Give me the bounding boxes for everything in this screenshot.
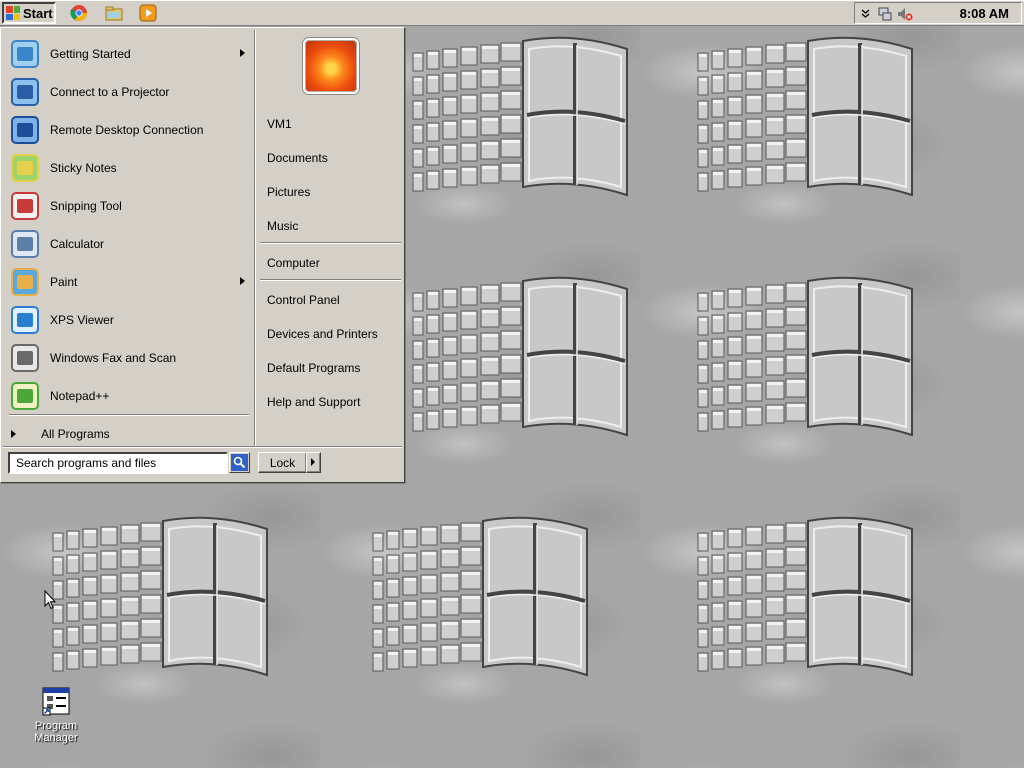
separator	[9, 414, 249, 416]
link-label: Pictures	[267, 185, 311, 199]
media-player-icon[interactable]	[139, 4, 157, 22]
separator	[3, 446, 402, 448]
link-default-programs[interactable]: Default Programs	[267, 358, 403, 378]
program-manager-icon	[40, 686, 72, 718]
link-label: Computer	[267, 256, 320, 270]
clock[interactable]: 8:08 AM	[960, 6, 1009, 21]
system-tray: 8:08 AM	[854, 2, 1022, 24]
user-avatar[interactable]	[303, 38, 359, 94]
link-label: Control Panel	[267, 293, 340, 307]
program-item-label: Paint	[50, 275, 78, 289]
sticky-notes-icon	[9, 152, 41, 184]
link-user-folder[interactable]: VM1	[267, 114, 403, 134]
lock-button[interactable]: Lock	[258, 452, 307, 473]
link-label: VM1	[267, 117, 292, 131]
taskbar: Start 8:08 AM	[0, 0, 1024, 26]
separator	[260, 279, 401, 281]
search-button[interactable]	[229, 452, 250, 473]
separator	[260, 242, 401, 244]
desktop-icon-program-manager[interactable]: Program Manager	[26, 686, 86, 744]
projector-icon	[9, 76, 41, 108]
program-item-label: Windows Fax and Scan	[50, 351, 177, 365]
program-item-paint[interactable]: Paint	[9, 264, 253, 300]
all-programs-button[interactable]: All Programs	[11, 424, 251, 444]
chevron-right-icon	[240, 49, 245, 57]
calculator-icon	[9, 228, 41, 260]
all-programs-label: All Programs	[41, 427, 110, 441]
chevron-down-icon[interactable]	[861, 8, 870, 22]
program-item-notepad-plus-plus[interactable]: Notepad++	[9, 378, 253, 414]
program-item-calculator[interactable]: Calculator	[9, 226, 253, 262]
program-item-label: Remote Desktop Connection	[50, 123, 204, 137]
volume-muted-icon[interactable]	[897, 6, 913, 25]
program-item-projector[interactable]: Connect to a Projector	[9, 74, 253, 110]
chevron-right-icon	[240, 277, 245, 285]
program-item-getting-started[interactable]: Getting Started	[9, 36, 253, 72]
link-label: Default Programs	[267, 361, 361, 375]
link-pictures[interactable]: Pictures	[267, 182, 403, 202]
program-item-label: Snipping Tool	[50, 199, 122, 213]
link-label: Music	[267, 219, 299, 233]
start-menu-programs-pane: Getting Started Connect to a Projector Rem…	[3, 30, 255, 446]
link-music[interactable]: Music	[267, 216, 403, 236]
program-item-label: Connect to a Projector	[50, 85, 170, 99]
wallpaper-windows-logo	[690, 275, 920, 445]
program-item-fax-scan[interactable]: Windows Fax and Scan	[9, 340, 253, 376]
shutdown-options-button[interactable]	[306, 452, 321, 473]
start-button[interactable]: Start	[2, 2, 56, 24]
wallpaper-windows-logo	[690, 515, 920, 685]
program-item-xps-viewer[interactable]: XPS Viewer	[9, 302, 253, 338]
link-label: Documents	[267, 151, 328, 165]
pane-divider	[254, 30, 256, 446]
desktop-icon-label: Program Manager	[34, 720, 78, 744]
getting-started-icon	[9, 38, 41, 70]
link-label: Help and Support	[267, 395, 361, 409]
link-computer[interactable]: Computer	[267, 253, 403, 273]
link-devices-printers[interactable]: Devices and Printers	[267, 324, 403, 344]
link-help-support[interactable]: Help and Support	[267, 392, 403, 412]
lock-label: Lock	[269, 455, 296, 470]
network-icon[interactable]	[877, 6, 893, 25]
wallpaper-windows-logo	[45, 515, 275, 685]
link-control-panel[interactable]: Control Panel	[267, 290, 403, 310]
program-item-sticky-notes[interactable]: Sticky Notes	[9, 150, 253, 186]
explorer-folder-icon[interactable]	[105, 4, 123, 22]
start-menu: Getting Started Connect to a Projector Rem…	[0, 27, 405, 483]
chevron-right-icon	[11, 430, 16, 438]
wallpaper-windows-logo	[365, 515, 595, 685]
program-item-remote-desktop[interactable]: Remote Desktop Connection	[9, 112, 253, 148]
wallpaper-windows-logo	[690, 35, 920, 205]
program-item-label: Notepad++	[50, 389, 110, 403]
search-input[interactable]	[8, 452, 228, 474]
start-label: Start	[23, 5, 53, 21]
chrome-icon[interactable]	[70, 4, 88, 22]
mouse-cursor-icon	[44, 589, 57, 613]
paint-icon	[9, 266, 41, 298]
fax-scan-icon	[9, 342, 41, 374]
windows-flag-icon	[6, 6, 20, 20]
link-documents[interactable]: Documents	[267, 148, 403, 168]
program-item-label: Calculator	[50, 237, 105, 251]
program-item-label: Sticky Notes	[50, 161, 117, 175]
snipping-tool-icon	[9, 190, 41, 222]
program-item-label: XPS Viewer	[50, 313, 114, 327]
search-icon	[231, 454, 248, 474]
notepad-plus-plus-icon	[9, 380, 41, 412]
wallpaper-windows-logo	[405, 35, 635, 205]
start-menu-places-pane: VM1 Documents Pictures Music Computer Co…	[257, 30, 403, 446]
link-label: Devices and Printers	[267, 327, 378, 341]
wallpaper-windows-logo	[405, 275, 635, 445]
xps-viewer-icon	[9, 304, 41, 336]
program-item-snipping-tool[interactable]: Snipping Tool	[9, 188, 253, 224]
remote-desktop-icon	[9, 114, 41, 146]
program-item-label: Getting Started	[50, 47, 131, 61]
